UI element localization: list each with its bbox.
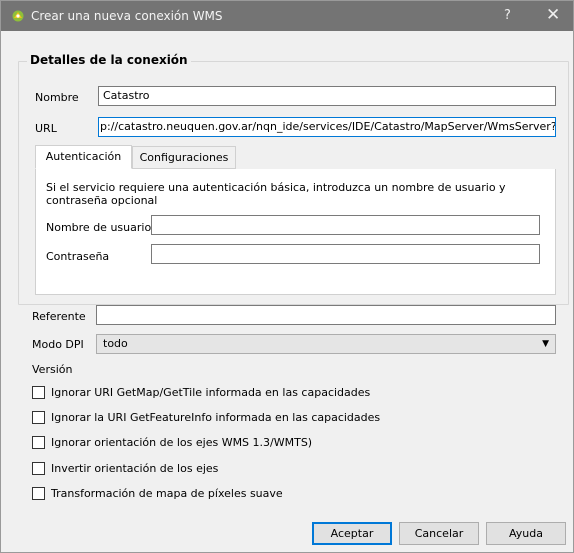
checkbox-label: Ignorar orientación de los ejes WMS 1.3/… — [51, 435, 313, 449]
dpi-mode-value: todo — [103, 337, 128, 350]
dpi-mode-label: Modo DPI — [32, 338, 84, 351]
username-input[interactable] — [151, 215, 540, 235]
cancel-button[interactable]: Cancelar — [399, 522, 479, 545]
password-input[interactable] — [151, 244, 540, 264]
checkbox-label: Ignorar URI GetMap/GetTile informada en … — [51, 385, 371, 399]
checkbox-ignore-getmap[interactable]: Ignorar URI GetMap/GetTile informada en … — [32, 384, 370, 400]
title-bar[interactable]: Crear una nueva conexión WMS ? ✕ — [1, 1, 573, 31]
chevron-down-icon: ▼ — [542, 339, 549, 349]
tab-authentication[interactable]: Autenticación — [35, 145, 132, 169]
tab-settings[interactable]: Configuraciones — [132, 146, 236, 169]
dpi-mode-select[interactable]: todo ▼ — [96, 334, 556, 354]
checkbox-box[interactable] — [32, 461, 45, 475]
group-title: Detalles de la conexión — [27, 53, 191, 67]
checkbox-box[interactable] — [32, 410, 45, 424]
checkbox-ignore-getfeatureinfo[interactable]: Ignorar la URI GetFeatureInfo informada … — [32, 409, 380, 425]
checkbox-label: Ignorar la URI GetFeatureInfo informada … — [51, 410, 381, 424]
auth-info-text: Si el servicio requiere una autenticació… — [46, 181, 506, 207]
version-label: Versión — [32, 363, 73, 376]
username-label: Nombre de usuario — [46, 221, 152, 234]
checkbox-label: Invertir orientación de los ejes — [51, 461, 219, 475]
help-button[interactable]: Ayuda — [486, 522, 566, 545]
checkbox-box[interactable] — [32, 435, 45, 449]
window-title: Crear una nueva conexión WMS — [31, 9, 223, 23]
checkbox-box[interactable] — [32, 486, 45, 500]
checkbox-box[interactable] — [32, 385, 45, 399]
help-title-button[interactable]: ? — [504, 8, 511, 23]
checkbox-label: Transformación de mapa de píxeles suave — [51, 486, 283, 500]
password-label: Contraseña — [46, 250, 110, 263]
url-label: URL — [35, 122, 57, 135]
checkbox-ignore-axis-orientation[interactable]: Ignorar orientación de los ejes WMS 1.3/… — [32, 434, 312, 450]
checkbox-smooth-pixmap[interactable]: Transformación de mapa de píxeles suave — [32, 485, 283, 501]
ok-button[interactable]: Aceptar — [312, 522, 392, 545]
qgis-app-icon — [12, 10, 24, 22]
name-label: Nombre — [35, 91, 79, 104]
referer-label: Referente — [32, 310, 86, 323]
referer-input[interactable] — [96, 305, 556, 325]
close-icon[interactable]: ✕ — [546, 5, 560, 25]
name-input[interactable]: Catastro — [98, 86, 556, 106]
dialog-window: Crear una nueva conexión WMS ? ✕ Detalle… — [0, 0, 574, 553]
url-input[interactable]: p://catastro.neuquen.gov.ar/nqn_ide/serv… — [98, 117, 556, 137]
checkbox-invert-axis-orientation[interactable]: Invertir orientación de los ejes — [32, 460, 218, 476]
